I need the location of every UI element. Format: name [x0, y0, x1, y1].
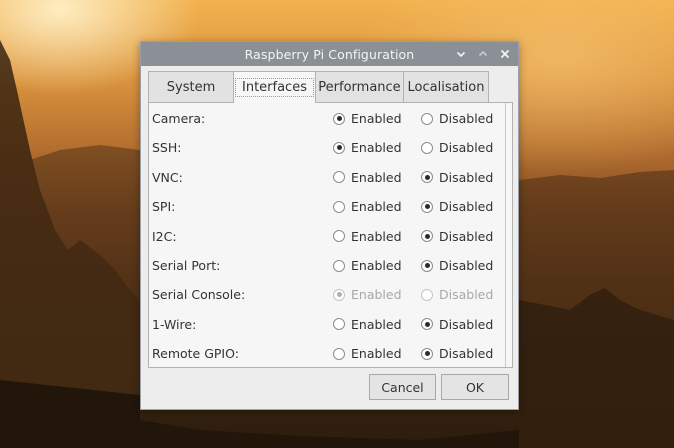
chevron-down-icon: [456, 51, 466, 58]
enabled-label: Enabled: [351, 111, 402, 126]
enabled-label: Enabled: [351, 228, 402, 244]
disabled-label: Disabled: [439, 111, 494, 126]
config-dialog: Raspberry Pi Configuration System Interf…: [140, 41, 519, 410]
interface-label: SSH:: [152, 140, 182, 156]
disabled-radio[interactable]: [421, 141, 433, 154]
interfaces-panel: Camera: Enabled Disabled SSH: Enabled Disable…: [148, 102, 513, 368]
disabled-radio[interactable]: [421, 112, 433, 125]
enabled-radio[interactable]: [333, 347, 345, 360]
enabled-label: Enabled: [351, 140, 402, 156]
disabled-option[interactable]: Disabled: [421, 346, 493, 361]
disabled-option[interactable]: Disabled: [421, 140, 493, 155]
enabled-label: Enabled: [351, 169, 402, 185]
disabled-radio[interactable]: [421, 347, 433, 360]
disabled-radio[interactable]: [421, 171, 433, 184]
window-title: Raspberry Pi Configuration: [244, 46, 415, 62]
enabled-label: Enabled: [351, 316, 402, 332]
titlebar[interactable]: Raspberry Pi Configuration: [141, 42, 518, 66]
disabled-label: Disabled: [439, 140, 494, 156]
disabled-option[interactable]: Disabled: [421, 258, 493, 273]
ok-button[interactable]: OK: [441, 374, 509, 400]
interface-row: I2C: Enabled Disabled: [149, 222, 507, 251]
interface-row: SPI: Enabled Disabled: [149, 192, 507, 221]
interface-label: Remote GPIO:: [152, 346, 239, 362]
interface-label: 1-Wire:: [152, 316, 197, 332]
disabled-label: Disabled: [439, 258, 494, 273]
tab-label: Performance: [318, 79, 401, 95]
disabled-option: Disabled: [421, 287, 493, 302]
enabled-radio: [333, 288, 345, 301]
tab-label: Localisation: [407, 79, 485, 95]
enabled-radio[interactable]: [333, 171, 345, 184]
tab-bar: System Interfaces Performance Localisati…: [148, 71, 489, 103]
enabled-option[interactable]: Enabled: [333, 317, 402, 332]
tab-label: Interfaces: [235, 78, 314, 97]
cancel-button[interactable]: Cancel: [369, 374, 436, 400]
disabled-label: Disabled: [439, 199, 494, 215]
disabled-label: Disabled: [439, 316, 494, 332]
enabled-option[interactable]: Enabled: [333, 140, 402, 155]
enabled-radio[interactable]: [333, 141, 345, 154]
tab-label: System: [166, 79, 216, 95]
close-icon: [500, 49, 510, 59]
enabled-radio[interactable]: [333, 259, 345, 272]
interface-row: Remote GPIO: Enabled Disabled: [149, 339, 507, 367]
enabled-option[interactable]: Enabled: [333, 199, 402, 214]
disabled-option[interactable]: Disabled: [421, 170, 493, 185]
disabled-label: Disabled: [439, 346, 494, 362]
tab-interfaces[interactable]: Interfaces: [233, 71, 316, 103]
interface-label: VNC:: [152, 169, 183, 185]
enabled-label: Enabled: [351, 199, 402, 215]
enabled-option[interactable]: Enabled: [333, 229, 402, 244]
disabled-option[interactable]: Disabled: [421, 229, 493, 244]
disabled-radio: [421, 288, 433, 301]
interface-label: I2C:: [152, 228, 177, 244]
enabled-radio[interactable]: [333, 200, 345, 213]
enabled-option[interactable]: Enabled: [333, 170, 402, 185]
scrollbar[interactable]: [505, 103, 506, 367]
tab-localisation[interactable]: Localisation: [403, 71, 489, 102]
interface-row: 1-Wire: Enabled Disabled: [149, 310, 507, 339]
minimize-button[interactable]: [454, 47, 468, 61]
enabled-option[interactable]: Enabled: [333, 111, 402, 126]
enabled-radio[interactable]: [333, 112, 345, 125]
chevron-up-icon: [478, 50, 488, 57]
interface-row: VNC: Enabled Disabled: [149, 163, 507, 192]
interface-label: Camera:: [152, 111, 206, 126]
disabled-radio[interactable]: [421, 318, 433, 331]
enabled-radio[interactable]: [333, 318, 345, 331]
disabled-label: Disabled: [439, 169, 494, 185]
interface-label: Serial Console:: [152, 287, 246, 303]
interface-row: Camera: Enabled Disabled: [149, 104, 507, 133]
disabled-radio[interactable]: [421, 200, 433, 213]
disabled-option[interactable]: Disabled: [421, 111, 493, 126]
interface-row: Serial Port: Enabled Disabled: [149, 251, 507, 280]
disabled-option[interactable]: Disabled: [421, 317, 493, 332]
enabled-option: Enabled: [333, 287, 402, 302]
disabled-radio[interactable]: [421, 259, 433, 272]
enabled-label: Enabled: [351, 346, 402, 362]
interface-label: SPI:: [152, 199, 176, 215]
interface-row: Serial Console: Enabled Disabled: [149, 280, 507, 309]
enabled-label: Enabled: [351, 287, 402, 303]
close-button[interactable]: [498, 47, 512, 61]
maximize-button[interactable]: [476, 47, 490, 61]
enabled-radio[interactable]: [333, 230, 345, 243]
disabled-label: Disabled: [439, 287, 494, 303]
enabled-option[interactable]: Enabled: [333, 346, 402, 361]
enabled-option[interactable]: Enabled: [333, 258, 402, 273]
tab-performance[interactable]: Performance: [315, 71, 404, 102]
interface-row: SSH: Enabled Disabled: [149, 133, 507, 162]
tab-system[interactable]: System: [148, 71, 234, 102]
disabled-radio[interactable]: [421, 230, 433, 243]
interface-label: Serial Port:: [152, 258, 221, 273]
enabled-label: Enabled: [351, 258, 402, 273]
disabled-label: Disabled: [439, 228, 494, 244]
disabled-option[interactable]: Disabled: [421, 199, 493, 214]
